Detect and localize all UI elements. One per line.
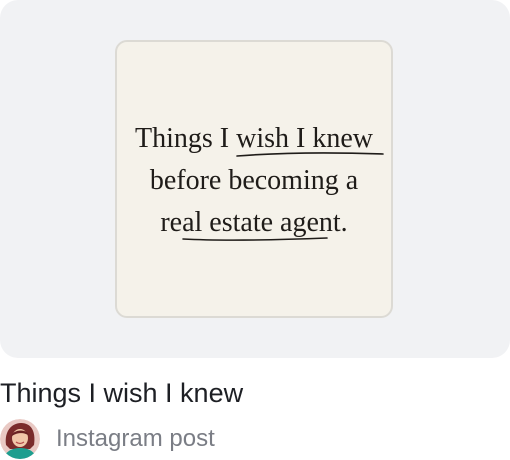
- thumbnail-text: Things I wish I knew before becoming a r…: [117, 118, 391, 244]
- design-meta: Instagram post: [0, 418, 215, 460]
- thumbnail-line-2: before becoming a: [149, 165, 359, 196]
- thumbnail-line-3: real estate agent.: [160, 207, 348, 238]
- design-type-label: Instagram post: [56, 425, 215, 452]
- thumbnail-line-1: Things I wish I knew: [135, 123, 373, 154]
- design-title[interactable]: Things I wish I knew: [0, 378, 243, 409]
- user-avatar-icon[interactable]: [0, 419, 40, 459]
- design-card-preview[interactable]: Things I wish I knew before becoming a r…: [0, 0, 510, 358]
- design-thumbnail[interactable]: Things I wish I knew before becoming a r…: [115, 40, 393, 318]
